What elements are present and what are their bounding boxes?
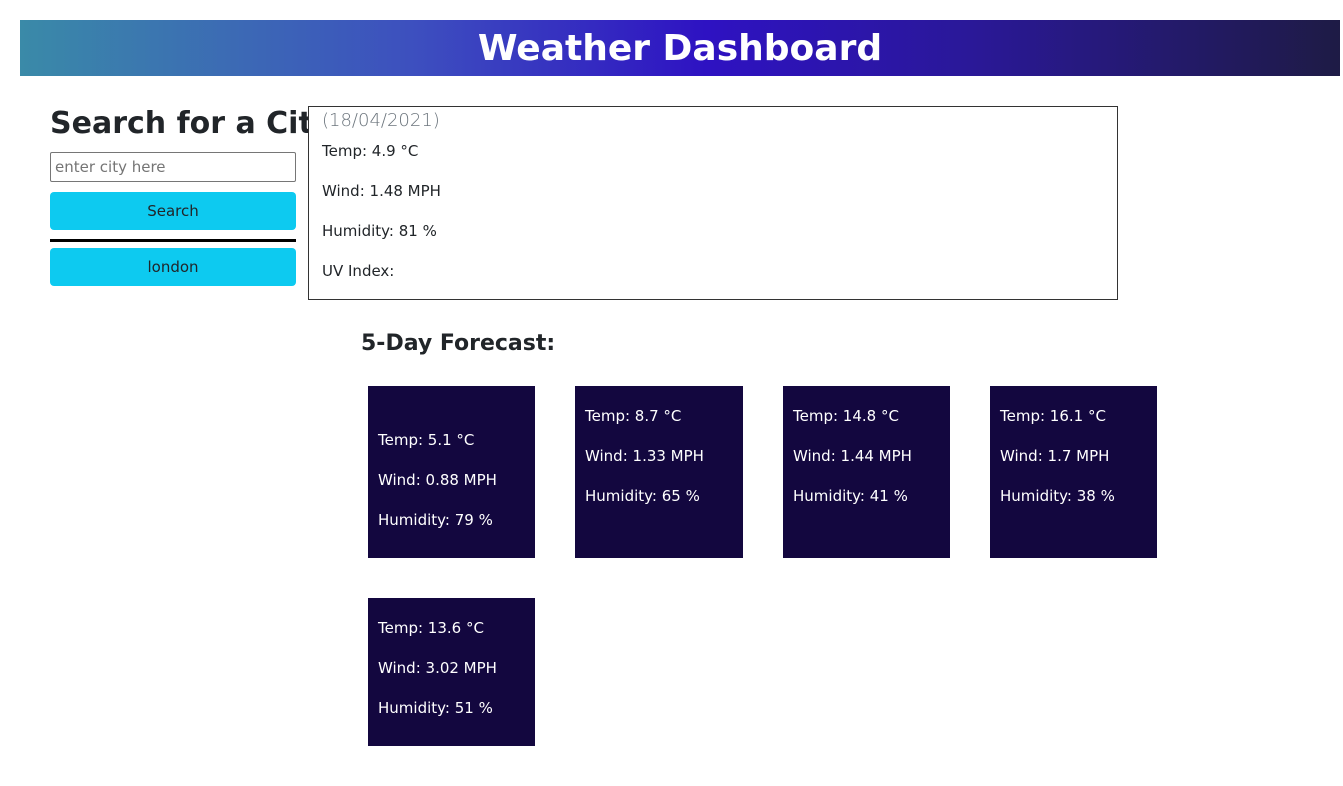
forecast-wind: Wind: 0.88 MPH xyxy=(378,471,497,489)
current-weather-panel: (18/04/2021) Temp: 4.9 °C Wind: 1.48 MPH… xyxy=(308,106,1118,300)
forecast-temp: Temp: 16.1 °C xyxy=(1000,407,1106,425)
forecast-humidity: Humidity: 41 % xyxy=(793,487,908,505)
search-button[interactable]: Search xyxy=(50,192,296,230)
forecast-humidity: Humidity: 65 % xyxy=(585,487,700,505)
search-divider xyxy=(50,239,296,242)
forecast-temp: Temp: 5.1 °C xyxy=(378,431,475,449)
current-uv-index: UV Index: xyxy=(322,262,395,280)
forecast-wind: Wind: 1.7 MPH xyxy=(1000,447,1110,465)
forecast-card: Temp: 14.8 °C Wind: 1.44 MPH Humidity: 4… xyxy=(783,386,950,558)
forecast-temp: Temp: 13.6 °C xyxy=(378,619,484,637)
history-button-london[interactable]: london xyxy=(50,248,296,286)
app-header: Weather Dashboard xyxy=(20,20,1340,76)
forecast-card: Temp: 13.6 °C Wind: 3.02 MPH Humidity: 5… xyxy=(368,598,535,746)
forecast-wind: Wind: 1.33 MPH xyxy=(585,447,704,465)
search-title: Search for a City: xyxy=(50,106,345,141)
page-title: Weather Dashboard xyxy=(477,27,883,69)
current-humidity: Humidity: 81 % xyxy=(322,222,437,240)
current-date: (18/04/2021) xyxy=(322,110,440,131)
forecast-wind: Wind: 1.44 MPH xyxy=(793,447,912,465)
forecast-temp: Temp: 8.7 °C xyxy=(585,407,682,425)
forecast-card: Temp: 8.7 °C Wind: 1.33 MPH Humidity: 65… xyxy=(575,386,743,558)
forecast-humidity: Humidity: 38 % xyxy=(1000,487,1115,505)
forecast-title: 5-Day Forecast: xyxy=(361,331,556,356)
current-wind: Wind: 1.48 MPH xyxy=(322,182,441,200)
forecast-card: Temp: 5.1 °C Wind: 0.88 MPH Humidity: 79… xyxy=(368,386,535,558)
city-search-input[interactable] xyxy=(50,152,296,182)
current-temp: Temp: 4.9 °C xyxy=(322,142,419,160)
forecast-wind: Wind: 3.02 MPH xyxy=(378,659,497,677)
forecast-card: Temp: 16.1 °C Wind: 1.7 MPH Humidity: 38… xyxy=(990,386,1157,558)
forecast-humidity: Humidity: 79 % xyxy=(378,511,493,529)
forecast-temp: Temp: 14.8 °C xyxy=(793,407,899,425)
forecast-humidity: Humidity: 51 % xyxy=(378,699,493,717)
